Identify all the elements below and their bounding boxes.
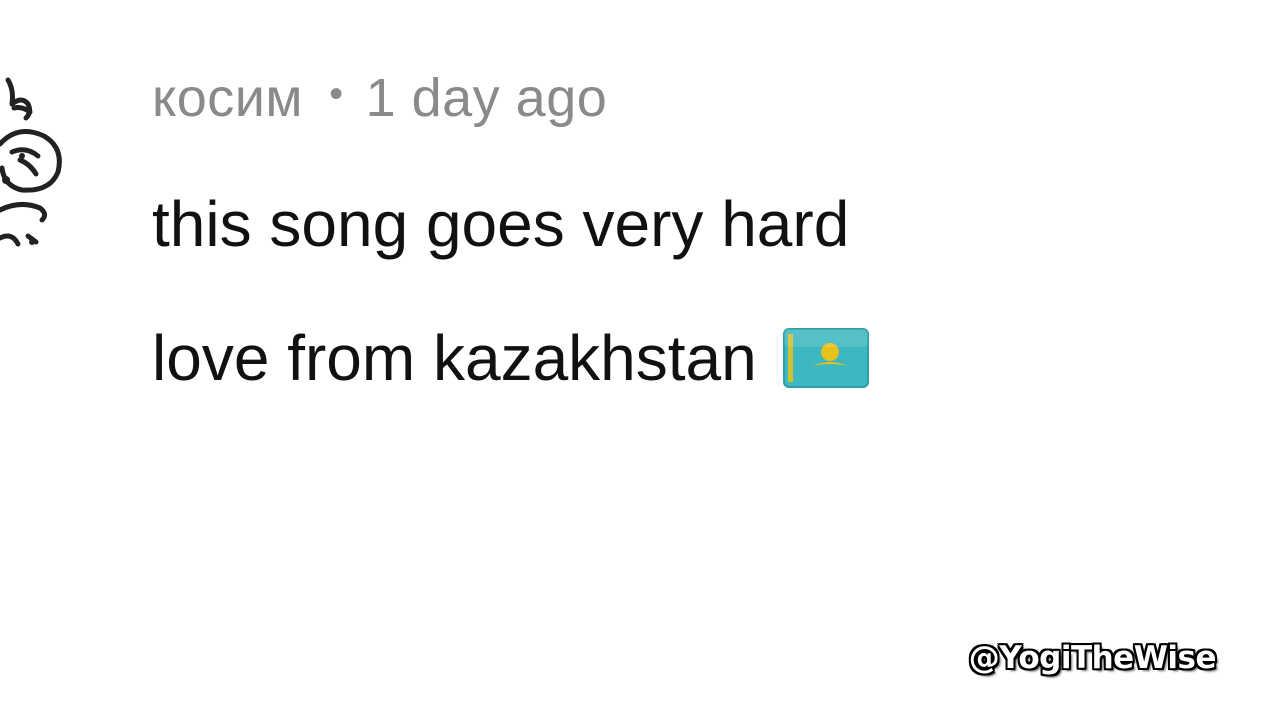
comment-text-line-2: love from kazakhstan [152,322,757,394]
comment-meta: косим • 1 day ago [152,60,1152,136]
comment-author[interactable]: косим [152,67,303,129]
comment-screenshot: косим • 1 day ago this song goes very ha… [0,0,1280,720]
comment-timestamp[interactable]: 1 day ago [366,67,608,129]
comment: косим • 1 day ago this song goes very ha… [152,60,1152,396]
comment-text-line-2-row: love from kazakhstan [152,320,1152,396]
avatar-icon[interactable] [0,60,70,280]
kazakhstan-flag-icon [782,328,869,388]
meta-separator: • [329,71,344,116]
channel-watermark: @YogiTheWise [968,640,1217,676]
comment-text-line-1: this song goes very hard [152,188,850,260]
